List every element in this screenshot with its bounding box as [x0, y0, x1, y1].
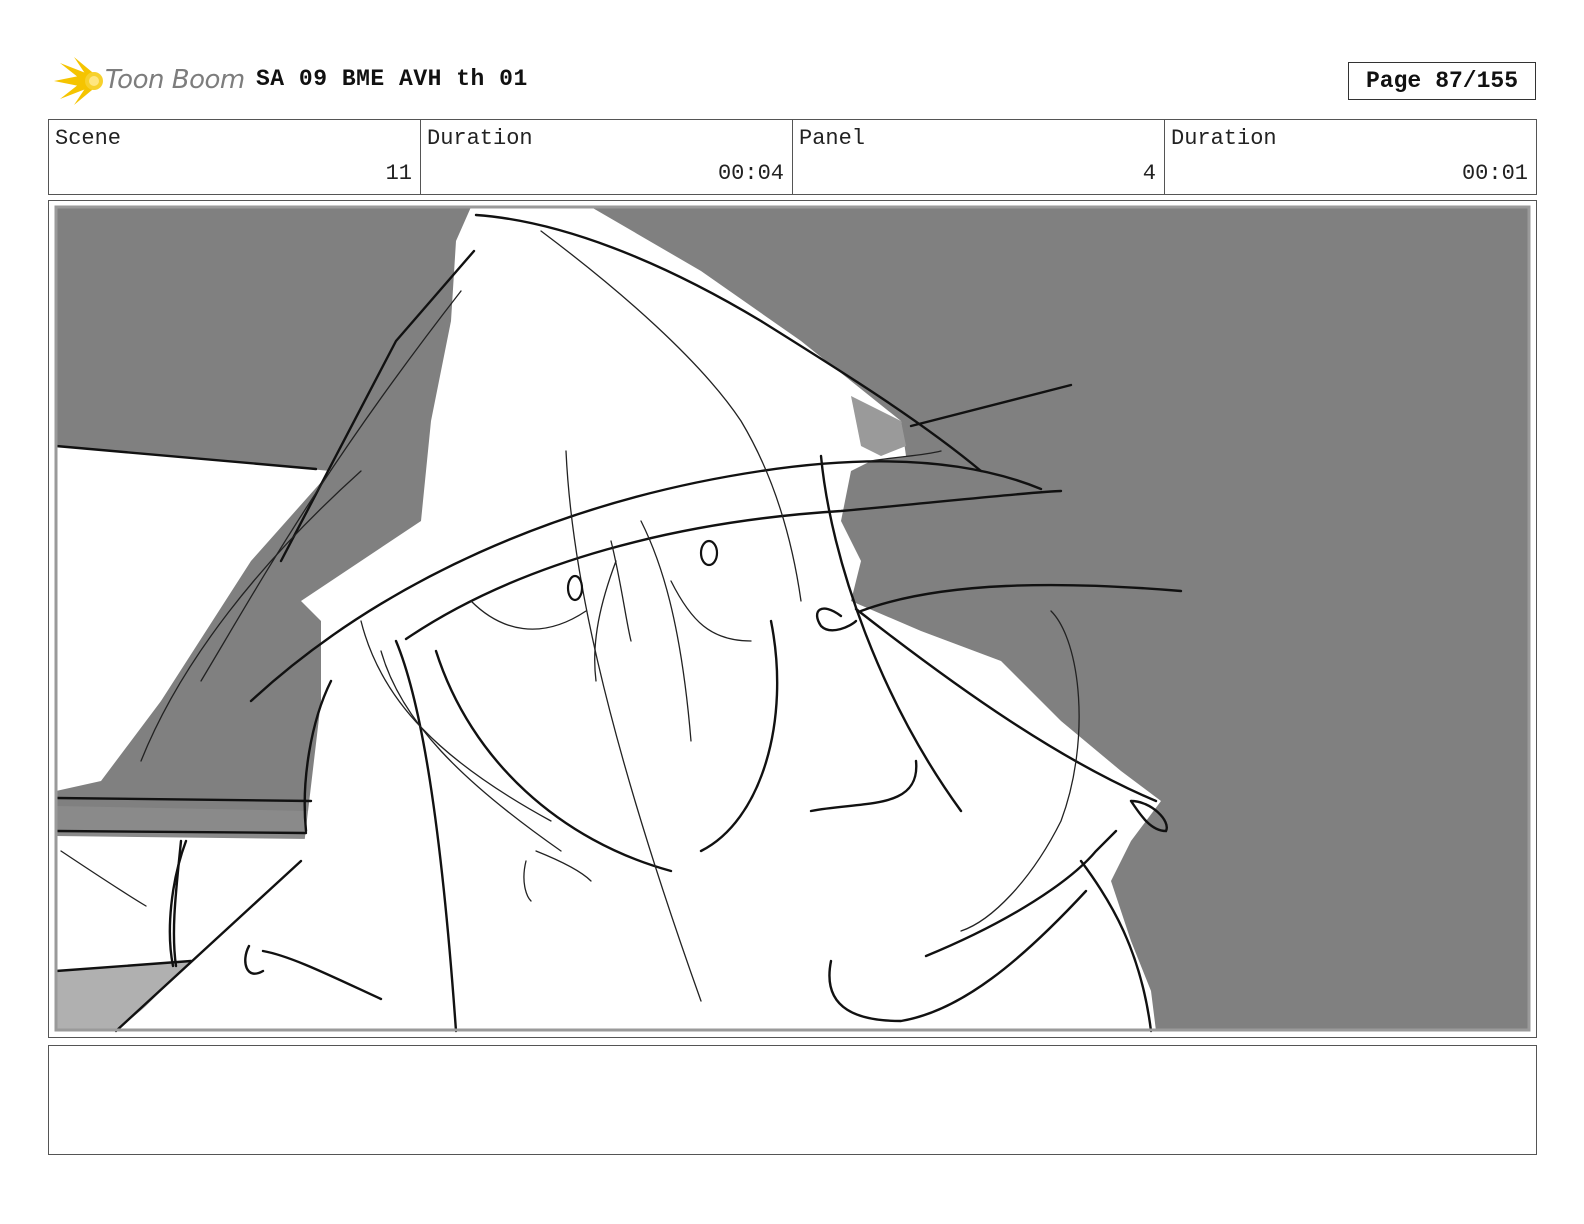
panel-duration-cell: Duration 00:01: [1165, 120, 1536, 194]
panel-sketch: [54, 205, 1531, 1033]
panel-cell: Panel 4: [793, 120, 1165, 194]
page-indicator: Page 87/155: [1348, 62, 1536, 100]
scene-duration-label: Duration: [427, 126, 533, 151]
scene-number: 11: [385, 161, 412, 186]
scene-cell: Scene 11: [49, 120, 421, 194]
scene-info-row: Scene 11 Duration 00:04 Panel 4 Duration…: [48, 119, 1537, 195]
toon-boom-logo: Toon Boom: [50, 55, 245, 107]
panel-notes-box: [48, 1045, 1537, 1155]
page-number: 87/155: [1435, 68, 1519, 94]
panel-number: 4: [1142, 161, 1156, 186]
storyboard-panel: [48, 200, 1537, 1038]
page-label: Page: [1365, 68, 1422, 94]
scene-label: Scene: [55, 126, 122, 151]
panel-duration-value: 00:01: [1461, 161, 1528, 186]
panel-duration-label: Duration: [1171, 126, 1277, 151]
panel-label: Panel: [799, 126, 866, 151]
scene-duration-value: 00:04: [717, 161, 784, 186]
starburst-icon: [54, 57, 103, 105]
scene-duration-cell: Duration 00:04: [421, 120, 793, 194]
logo-text: Toon Boom: [105, 65, 245, 95]
document-title: SA 09 BME AVH th 01: [256, 66, 528, 92]
